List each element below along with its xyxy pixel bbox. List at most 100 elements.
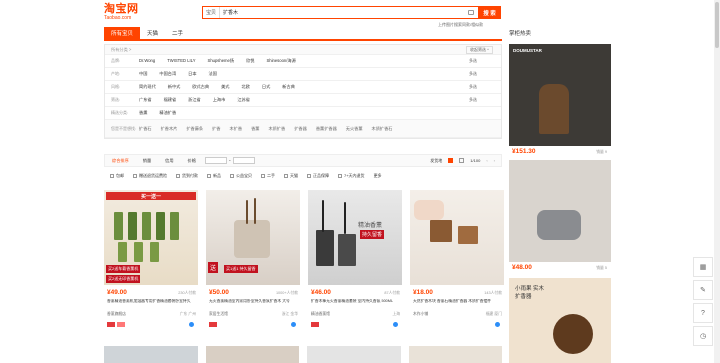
shop-name[interactable]: 香薰旗舰店 [107, 312, 126, 317]
filter-option[interactable]: TWISTED LILY [167, 58, 195, 64]
product-image[interactable]: 送 买1送1 持久留香 [206, 190, 300, 285]
sort-price[interactable]: 价格 [181, 158, 203, 164]
option-checkbox[interactable]: 7+天内退货 [338, 173, 365, 179]
shop-name[interactable]: 精油香薰馆 [311, 312, 330, 317]
checkbox-icon[interactable] [133, 173, 137, 178]
ship-from-select[interactable]: 发货地 [430, 158, 442, 164]
search-scope-select[interactable]: 宝贝 [203, 7, 221, 18]
option-checkbox[interactable]: 包邮 [110, 173, 124, 179]
qrcode-icon[interactable]: ▦ [693, 257, 713, 277]
tab-all[interactable]: 所有宝贝 [104, 27, 141, 39]
chat-icon[interactable] [495, 322, 500, 327]
product-title[interactable]: 香薰精油香薰机加湿器专用扩香精油套装卧室持久 [107, 299, 195, 309]
filter-option[interactable]: 新中式 [168, 84, 181, 90]
related-search-link[interactable]: 扩香 [212, 126, 220, 132]
product-image[interactable] [104, 346, 198, 363]
side-product-image[interactable]: 小雨果 实木扩香器 [509, 278, 611, 363]
filter-option[interactable]: 浙江省 [188, 97, 201, 103]
scrollbar-thumb[interactable] [715, 2, 719, 48]
all-categories-link[interactable]: 所有分类 > [105, 47, 131, 53]
checkbox-icon[interactable] [110, 173, 114, 178]
related-search-link[interactable]: 扩香木片 [161, 126, 178, 132]
price-min-input[interactable] [204, 157, 227, 164]
filter-option[interactable]: 中国 [139, 71, 147, 77]
related-search-link[interactable]: 香薰 [251, 126, 259, 132]
prev-page-icon[interactable]: ‹ [486, 158, 487, 163]
product-card[interactable]: ¥18.00 143人付款 天然扩香木块 香薰石精油扩香器 木质扩香摆件 木作小… [410, 190, 504, 337]
option-checkbox[interactable]: 货到付款 [176, 173, 198, 179]
related-search-link[interactable]: 木质扩香 [268, 126, 285, 132]
product-image[interactable] [410, 190, 504, 285]
checkbox-icon[interactable] [230, 173, 234, 178]
checkbox-icon[interactable] [338, 173, 342, 178]
product-card[interactable]: 精油香薰 持久留香 ¥46.00 87人付款 扩香木棒无火香薰精油套装 室内持久… [308, 190, 402, 337]
option-checkbox[interactable]: 正品保障 [307, 173, 329, 179]
option-checkbox[interactable]: 新品 [207, 173, 221, 179]
filter-option[interactable]: Dr.Wong [139, 58, 155, 64]
filter-option[interactable]: 北欧 [242, 84, 250, 90]
product-image[interactable] [307, 346, 401, 363]
product-image[interactable] [408, 346, 502, 363]
shop-name[interactable]: 家居生活馆 [209, 312, 228, 317]
search-button[interactable]: 搜 索 [478, 6, 501, 19]
multi-select-button[interactable]: 多选 [469, 71, 477, 77]
product-image[interactable]: 买一送一 买2送车载香薰机 买2送无印香薰机 [104, 190, 198, 285]
filter-option[interactable]: 上海市 [213, 97, 226, 103]
filter-option[interactable]: 日本 [188, 71, 196, 77]
filter-option[interactable]: 香熏 [139, 110, 147, 116]
filter-option[interactable]: 欧式古典 [192, 84, 209, 90]
side-product-card[interactable]: 小雨果 实木扩香器 [509, 278, 611, 363]
checkbox-icon[interactable] [176, 173, 180, 178]
side-product-card[interactable]: ¥48.00 销量 5 [509, 160, 611, 271]
product-card[interactable]: 送 买1送1 持久留香 ¥50.00 1000+人付款 无火香薰精油室内家用卧室… [206, 190, 300, 337]
search-input[interactable] [220, 7, 468, 18]
option-checkbox[interactable]: 天猫 [284, 173, 298, 179]
option-checkbox[interactable]: 二手 [261, 173, 275, 179]
chat-icon[interactable] [291, 322, 296, 327]
filter-option[interactable]: 福建省 [164, 97, 177, 103]
filter-option[interactable]: 日式 [262, 84, 270, 90]
related-search-link[interactable]: 无火香薰 [346, 126, 363, 132]
related-search-link[interactable]: 木质扩香石 [372, 126, 393, 132]
checkbox-icon[interactable] [261, 173, 265, 178]
related-search-link[interactable]: 扩香器 [294, 126, 307, 132]
shop-name[interactable]: 木作小铺 [413, 312, 428, 317]
tab-secondhand[interactable]: 二手 [165, 27, 190, 39]
grid-view-icon[interactable] [448, 158, 454, 163]
filter-option[interactable]: 美式 [221, 84, 229, 90]
next-page-icon[interactable]: › [494, 158, 495, 163]
filter-option[interactable]: 法国 [209, 71, 217, 77]
filter-option[interactable]: 新古典 [282, 84, 295, 90]
history-icon[interactable]: ◷ [693, 326, 713, 346]
checkbox-icon[interactable] [284, 173, 288, 178]
filter-option[interactable]: 欣悦 [246, 58, 254, 64]
option-checkbox[interactable]: 公益宝贝 [230, 173, 252, 179]
product-title[interactable]: 扩香木棒无火香薰精油套装 室内持久香氛 500ML [311, 299, 399, 309]
scrollbar-track[interactable] [714, 0, 720, 363]
checkbox-icon[interactable] [307, 173, 311, 178]
filter-option[interactable]: 简约现代 [139, 84, 156, 90]
related-search-link[interactable]: 扩香藤条 [186, 126, 203, 132]
sort-credit[interactable]: 信用 [158, 158, 180, 164]
filter-option[interactable]: 中国台湾 [159, 71, 176, 77]
product-image[interactable] [205, 346, 299, 363]
filter-option[interactable]: Shupsheme扬 [208, 58, 235, 64]
chat-icon[interactable] [189, 322, 194, 327]
camera-icon[interactable] [468, 10, 474, 15]
more-options-button[interactable]: 更多 [374, 173, 382, 179]
product-image[interactable]: 精油香薰 持久留香 [308, 190, 402, 285]
side-product-card[interactable]: DOUMUSTAR ¥151.30 销量 9 [509, 44, 611, 155]
filter-option[interactable]: 江苏省 [237, 97, 250, 103]
related-search-link[interactable]: 香薰扩香器 [316, 126, 337, 132]
list-view-icon[interactable] [459, 158, 465, 163]
related-search-link[interactable]: 扩香石 [139, 126, 152, 132]
filter-option[interactable]: 精油扩香 [159, 110, 176, 116]
side-product-image[interactable] [509, 160, 611, 262]
taobao-logo[interactable]: 淘宝网 Taobao.com [104, 4, 148, 22]
sort-sales[interactable]: 销量 [136, 158, 158, 164]
checkbox-icon[interactable] [207, 173, 211, 178]
product-title[interactable]: 无火香薰精油室内家用卧室持久香氛扩香木 大号 [209, 299, 297, 309]
tab-tmall[interactable]: 天猫 [140, 27, 165, 39]
collapse-filters-button[interactable]: 收起筛选 ^ [466, 45, 493, 54]
filter-option[interactable]: Shinesoon/海源 [266, 58, 295, 64]
